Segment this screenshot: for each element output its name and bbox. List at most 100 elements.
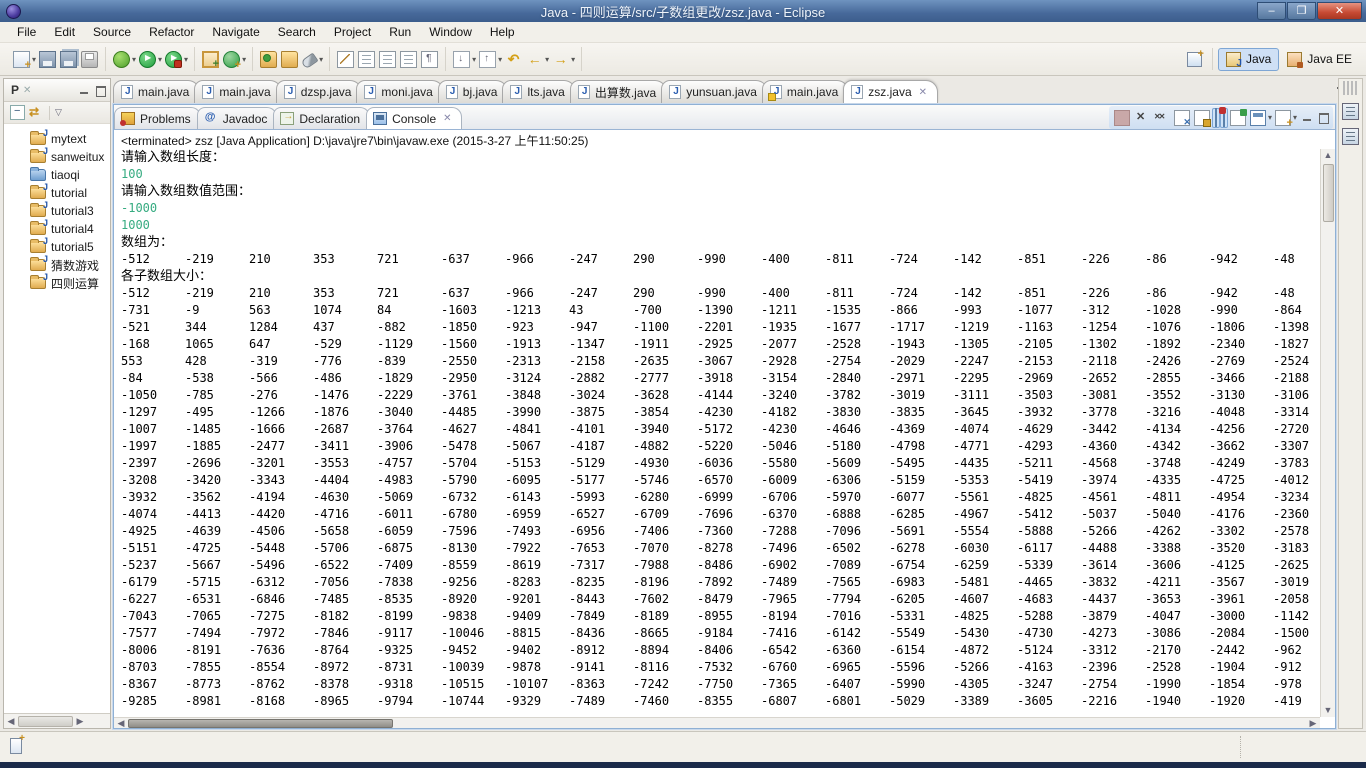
new-wizard-icon[interactable] bbox=[13, 50, 31, 71]
new-wizard-dropdown-icon[interactable]: ▾ bbox=[32, 55, 36, 64]
block-selection-icon[interactable] bbox=[379, 50, 397, 68]
view-menu-icon[interactable]: ▽ bbox=[55, 105, 70, 120]
next-annotation-dropdown-icon[interactable]: ▾ bbox=[472, 55, 476, 64]
scroll-left-icon[interactable]: ◀ bbox=[4, 716, 18, 727]
editor-tab-zsz-java[interactable]: zsz.java ✕ bbox=[843, 80, 939, 103]
view-tab-console[interactable]: Console ✕ bbox=[366, 107, 462, 129]
console-horizontal-scrollbar[interactable]: ◀ ▶ bbox=[114, 717, 1320, 728]
editor-tab-出算数-java[interactable]: 出算数.java bbox=[569, 80, 668, 103]
scroll-down-icon[interactable]: ▼ bbox=[1321, 704, 1335, 717]
link-with-editor-icon[interactable]: ⇄ bbox=[29, 105, 44, 120]
debug-dropdown-icon[interactable]: ▾ bbox=[132, 55, 136, 64]
menu-search[interactable]: Search bbox=[269, 23, 325, 41]
open-type-icon[interactable] bbox=[260, 50, 278, 68]
console-output[interactable]: 请输入数组长度： 100 请输入数组数值范围： -1000 1000 数组为： -512 -2… bbox=[114, 149, 1320, 717]
scroll-left-icon[interactable]: ◀ bbox=[114, 718, 128, 729]
editor-tab-main-java[interactable]: main.java bbox=[761, 80, 850, 103]
run-icon[interactable] bbox=[139, 50, 157, 68]
run-dropdown-icon[interactable]: ▾ bbox=[158, 55, 162, 64]
menu-window[interactable]: Window bbox=[420, 23, 481, 41]
editor-tab-main-java[interactable]: main.java bbox=[194, 80, 282, 103]
perspective-javaee-button[interactable]: Java EE bbox=[1279, 48, 1360, 71]
mark-occurrences-icon[interactable] bbox=[337, 50, 355, 68]
last-edit-location-icon[interactable]: ↶ bbox=[505, 51, 522, 68]
sidebar-horizontal-scrollbar[interactable]: ◀ ▶ bbox=[4, 713, 110, 728]
next-annotation-icon[interactable] bbox=[453, 50, 471, 68]
clear-console-icon[interactable] bbox=[1173, 109, 1191, 128]
terminate-icon[interactable] bbox=[1113, 109, 1130, 126]
close-tab-icon[interactable]: ✕ bbox=[443, 113, 451, 124]
print-icon[interactable] bbox=[81, 50, 99, 68]
close-tab-icon[interactable]: ✕ bbox=[919, 87, 927, 98]
close-view-icon[interactable]: ✕ bbox=[23, 85, 31, 96]
scroll-lock-icon[interactable] bbox=[1193, 109, 1211, 127]
close-button[interactable]: ✕ bbox=[1317, 2, 1362, 20]
menu-help[interactable]: Help bbox=[481, 23, 524, 41]
open-perspective-icon[interactable] bbox=[1186, 48, 1204, 67]
editor-tab-yunsuan-java[interactable]: yunsuan.java bbox=[661, 80, 768, 103]
new-java-project-icon[interactable] bbox=[202, 50, 220, 70]
format-icon[interactable] bbox=[421, 50, 439, 68]
open-resource-icon[interactable] bbox=[281, 50, 299, 68]
maximize-button[interactable]: ❐ bbox=[1287, 2, 1316, 20]
menu-source[interactable]: Source bbox=[84, 23, 140, 41]
minimize-console-icon[interactable] bbox=[1301, 112, 1314, 123]
back-icon[interactable]: ← bbox=[526, 51, 543, 68]
menu-run[interactable]: Run bbox=[380, 23, 420, 41]
package-explorer-tab[interactable]: P ✕ bbox=[4, 79, 110, 102]
editor-tab-lts-java[interactable]: lts.java bbox=[502, 80, 576, 103]
show-console-on-stderr-icon[interactable] bbox=[1222, 107, 1225, 127]
search-icon[interactable] bbox=[300, 52, 319, 70]
scroll-up-icon[interactable]: ▲ bbox=[1321, 149, 1335, 162]
remove-all-terminated-icon[interactable] bbox=[1154, 110, 1170, 126]
pin-console-icon[interactable] bbox=[1229, 108, 1247, 126]
show-source-icon[interactable] bbox=[400, 50, 418, 68]
maximize-console-icon[interactable] bbox=[1317, 112, 1330, 124]
editor-tab-dzsp-java[interactable]: dzsp.java bbox=[275, 80, 363, 103]
scrollbar-thumb[interactable] bbox=[128, 718, 393, 728]
minimized-view-icon[interactable] bbox=[1342, 103, 1359, 120]
view-tab-declaration[interactable]: Declaration bbox=[273, 107, 371, 129]
menu-edit[interactable]: Edit bbox=[45, 23, 84, 41]
back-dropdown-icon[interactable]: ▾ bbox=[545, 55, 549, 64]
display-selected-console-icon[interactable] bbox=[1249, 109, 1266, 126]
scrollbar-thumb[interactable] bbox=[1322, 164, 1334, 222]
show-whitespace-icon[interactable] bbox=[358, 50, 376, 68]
run-external-dropdown-icon[interactable]: ▾ bbox=[184, 55, 188, 64]
sidebar-item-sanweitux[interactable]: sanweitux bbox=[30, 146, 110, 166]
scrollbar-thumb[interactable] bbox=[18, 715, 73, 727]
forward-dropdown-icon[interactable]: ▾ bbox=[571, 55, 575, 64]
previous-annotation-icon[interactable] bbox=[479, 50, 497, 68]
menu-file[interactable]: File bbox=[8, 23, 45, 41]
menu-project[interactable]: Project bbox=[325, 23, 380, 41]
editor-tab-moni-java[interactable]: moni.java bbox=[356, 80, 444, 103]
minimize-view-icon[interactable] bbox=[78, 85, 91, 96]
view-tab-problems[interactable]: Problems bbox=[114, 107, 201, 129]
editor-tab-main-java[interactable]: main.java bbox=[113, 80, 201, 103]
save-all-icon[interactable] bbox=[60, 50, 78, 68]
show-console-on-stdout-icon[interactable] bbox=[1214, 107, 1217, 127]
scroll-right-icon[interactable]: ▶ bbox=[1306, 718, 1320, 729]
minimized-view-icon[interactable] bbox=[1342, 128, 1359, 145]
quick-access-icon[interactable] bbox=[10, 733, 25, 754]
previous-annotation-dropdown-icon[interactable]: ▾ bbox=[498, 55, 502, 64]
debug-icon[interactable] bbox=[113, 50, 131, 68]
menu-navigate[interactable]: Navigate bbox=[203, 23, 268, 41]
drag-handle[interactable] bbox=[1343, 81, 1358, 95]
new-class-dropdown-icon[interactable]: ▾ bbox=[242, 55, 246, 64]
open-console-icon[interactable] bbox=[1274, 109, 1293, 129]
save-icon[interactable] bbox=[39, 50, 57, 68]
maximize-view-icon[interactable] bbox=[94, 85, 107, 97]
view-tab-javadoc[interactable]: Javadoc bbox=[196, 107, 278, 129]
forward-icon[interactable]: → bbox=[552, 51, 569, 68]
sidebar-item-四则运算[interactable]: 四则运算 bbox=[30, 272, 110, 292]
console-vertical-scrollbar[interactable]: ▲ ▼ bbox=[1320, 149, 1335, 717]
collapse-all-icon[interactable] bbox=[10, 105, 25, 120]
new-class-icon[interactable] bbox=[223, 50, 241, 71]
menu-refactor[interactable]: Refactor bbox=[140, 23, 203, 41]
perspective-java-button[interactable]: Java bbox=[1217, 47, 1280, 71]
minimize-button[interactable]: – bbox=[1257, 2, 1286, 20]
scroll-right-icon[interactable]: ▶ bbox=[73, 716, 87, 727]
search-dropdown-icon[interactable]: ▾ bbox=[319, 55, 323, 64]
remove-launch-icon[interactable] bbox=[1134, 110, 1150, 126]
